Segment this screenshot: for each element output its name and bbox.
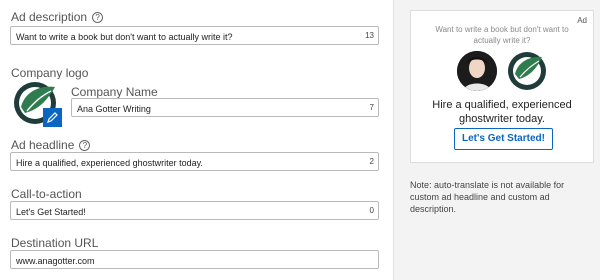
cta-button[interactable]: Let's Get Started!: [454, 128, 553, 150]
edit-logo-button[interactable]: [43, 108, 62, 127]
ad-preview-card: Ad Want to write a book but don't want t…: [410, 10, 594, 163]
ad-headline-label: Ad headline?: [11, 138, 91, 152]
preview-description: Want to write a book but don't want to a…: [435, 25, 569, 45]
preview-headline: Hire a qualified, experienced ghostwrite…: [432, 99, 572, 125]
company-name-label: Company Name: [71, 85, 158, 99]
help-circle-icon[interactable]: ?: [92, 12, 104, 23]
ad-headline-field[interactable]: 2: [10, 152, 379, 172]
ad-headline-input[interactable]: [11, 154, 378, 172]
company-name-char-count: 7: [369, 103, 374, 112]
call-to-action-label: Call-to-action: [11, 187, 82, 201]
company-name-field[interactable]: 7: [71, 98, 379, 118]
auto-translate-note: Note: auto-translate is not available fo…: [410, 180, 565, 214]
avatar: [457, 51, 497, 91]
company-logo-label: Company logo: [11, 66, 89, 80]
call-to-action-input[interactable]: [11, 203, 378, 221]
ad-description-char-count: 13: [365, 31, 374, 40]
call-to-action-char-count: 0: [369, 206, 374, 215]
ad-headline-label-text: Ad headline: [11, 138, 75, 152]
destination-url-field[interactable]: [10, 250, 379, 270]
help-circle-icon[interactable]: ?: [79, 140, 91, 151]
call-to-action-field[interactable]: 0: [10, 201, 379, 221]
company-logo-thumbnail[interactable]: [11, 79, 62, 127]
ad-description-input[interactable]: [11, 28, 378, 46]
pencil-icon: [47, 112, 58, 123]
ad-headline-char-count: 2: [369, 157, 374, 166]
ad-description-label: Ad description?: [11, 10, 104, 24]
ad-description-label-text: Ad description: [11, 10, 88, 24]
destination-url-input[interactable]: [11, 252, 378, 270]
company-name-input[interactable]: [72, 100, 378, 118]
ad-description-field[interactable]: 13: [10, 26, 379, 46]
company-logo-preview: [507, 51, 547, 91]
member-photo: [457, 51, 497, 91]
company-logo-icon: [508, 52, 546, 90]
destination-url-label: Destination URL: [11, 236, 99, 250]
